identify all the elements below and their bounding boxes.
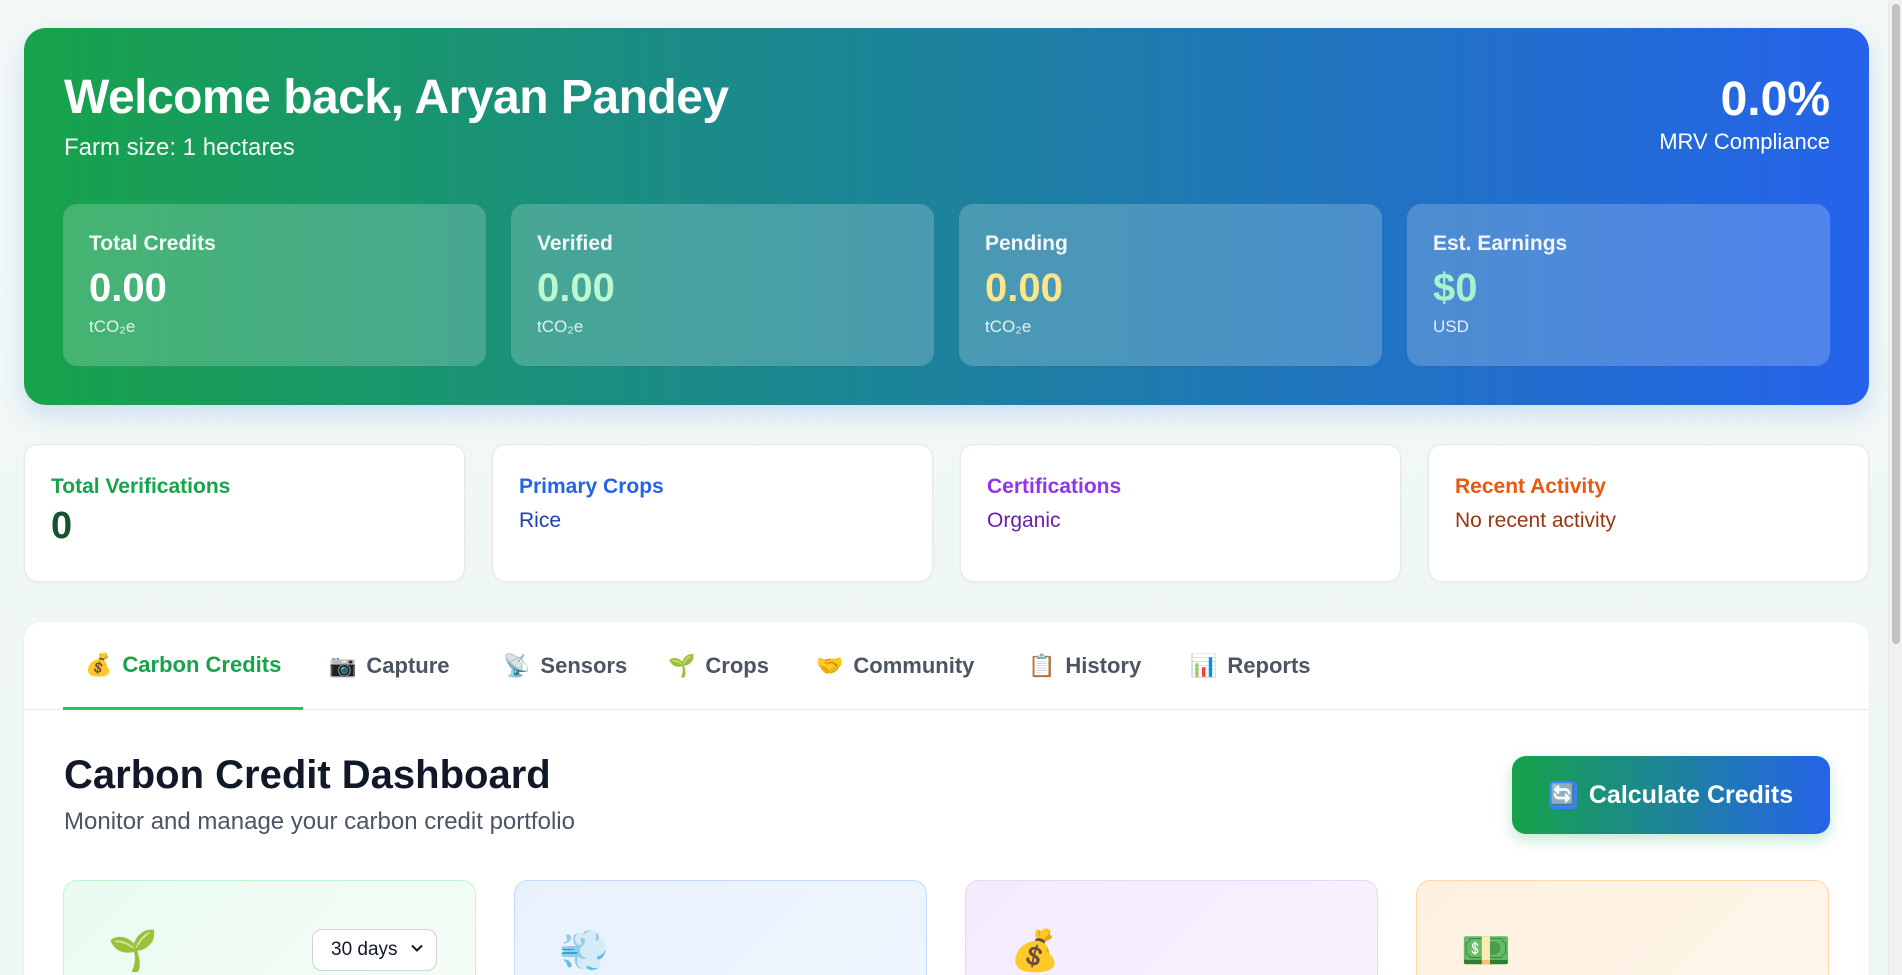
mrv-compliance-value: 0.0% (1720, 73, 1830, 126)
stat-label: Est. Earnings (1433, 232, 1568, 255)
tab-crops[interactable]: 🌱 Crops (646, 622, 791, 710)
calculate-credits-label: Calculate Credits (1588, 780, 1794, 809)
stat-card-pending: Pending 0.00 tCO₂e (959, 204, 1382, 366)
stat-value: 0.00 (985, 266, 1063, 310)
info-value: 0 (51, 505, 73, 547)
stat-value: 0.00 (89, 266, 167, 310)
metric-card-revenue: 💰 (965, 880, 1378, 975)
tab-sensors[interactable]: 📡 Sensors (481, 622, 649, 710)
tab-label: History (1065, 653, 1142, 678)
info-value: Rice (519, 509, 562, 532)
stat-label: Verified (537, 232, 613, 255)
tab-history[interactable]: 📋 History (1006, 622, 1163, 710)
money-bag-icon: 💰 (85, 651, 113, 677)
welcome-title: Welcome back, Aryan Pandey (64, 71, 729, 124)
info-title: Total Verifications (51, 475, 231, 498)
mrv-compliance-label: MRV Compliance (1659, 129, 1830, 154)
info-card-primary-crops: Primary Crops Rice (492, 444, 933, 582)
main-panel: 💰 Carbon Credits 📷 Capture 📡 Sensors 🌱 C… (24, 622, 1869, 975)
tab-label: Carbon Credits (122, 651, 282, 677)
banknote-icon: 💵 (1461, 929, 1511, 973)
tab-community[interactable]: 🤝 Community (794, 622, 996, 710)
bar-chart-icon: 📊 (1190, 653, 1218, 678)
stat-unit: USD (1433, 317, 1469, 336)
wind-cloud-icon: 💨 (559, 929, 609, 973)
stat-unit: tCO₂e (89, 317, 136, 336)
dashboard-title: Carbon Credit Dashboard (64, 753, 551, 797)
metric-card-sequestration: 🌱 30 days (63, 880, 476, 975)
tab-label: Crops (705, 653, 769, 678)
stat-value: 0.00 (537, 266, 615, 310)
page: Welcome back, Aryan Pandey Farm size: 1 … (0, 0, 1902, 975)
satellite-antenna-icon: 📡 (503, 653, 531, 678)
info-value: Organic (987, 509, 1061, 532)
page-scrollbar[interactable] (1888, 0, 1902, 975)
stat-unit: tCO₂e (537, 317, 584, 336)
seedling-icon: 🌱 (108, 929, 158, 973)
time-range-select[interactable]: 30 days (312, 929, 437, 971)
info-value: No recent activity (1455, 509, 1617, 532)
info-title: Primary Crops (519, 475, 664, 498)
money-bag-icon: 💰 (1010, 929, 1060, 973)
calculate-credits-button[interactable]: 🔄 Calculate Credits (1512, 756, 1830, 834)
welcome-banner: Welcome back, Aryan Pandey Farm size: 1 … (24, 28, 1869, 405)
scrollbar-thumb[interactable] (1892, 4, 1900, 644)
stat-unit: tCO₂e (985, 317, 1032, 336)
tab-carbon-credits[interactable]: 💰 Carbon Credits (63, 622, 304, 710)
tab-reports[interactable]: 📊 Reports (1168, 622, 1333, 710)
mrv-compliance: 0.0% MRV Compliance (1659, 72, 1830, 155)
info-card-certifications: Certifications Organic (960, 444, 1401, 582)
camera-icon: 📷 (329, 653, 357, 678)
info-title: Recent Activity (1455, 475, 1606, 498)
info-title: Certifications (987, 475, 1122, 498)
refresh-icon: 🔄 (1548, 781, 1577, 809)
info-card-recent-activity: Recent Activity No recent activity (1428, 444, 1869, 582)
clipboard-icon: 📋 (1028, 653, 1056, 678)
tab-label: Sensors (540, 653, 628, 678)
tab-capture[interactable]: 📷 Capture (307, 622, 472, 710)
tab-label: Capture (366, 653, 450, 678)
stat-card-total-credits: Total Credits 0.00 tCO₂e (63, 204, 486, 366)
stat-card-verified: Verified 0.00 tCO₂e (511, 204, 934, 366)
tab-label: Reports (1227, 653, 1311, 678)
handshake-icon: 🤝 (816, 653, 844, 678)
stat-card-est-earnings: Est. Earnings $0 USD (1407, 204, 1830, 366)
metric-card-earnings: 💵 (1416, 880, 1829, 975)
metric-card-emissions: 💨 (514, 880, 927, 975)
stat-label: Total Credits (89, 232, 216, 255)
time-range-value: 30 days (331, 939, 398, 960)
tab-bar: 💰 Carbon Credits 📷 Capture 📡 Sensors 🌱 C… (24, 622, 1869, 710)
seedling-icon: 🌱 (668, 653, 696, 678)
tab-label: Community (853, 653, 975, 678)
chevron-down-icon (410, 939, 424, 961)
dashboard-subtitle: Monitor and manage your carbon credit po… (64, 808, 575, 835)
info-card-total-verifications: Total Verifications 0 (24, 444, 465, 582)
stat-value: $0 (1433, 266, 1478, 310)
farm-size-text: Farm size: 1 hectares (64, 134, 295, 161)
stat-label: Pending (985, 232, 1068, 255)
